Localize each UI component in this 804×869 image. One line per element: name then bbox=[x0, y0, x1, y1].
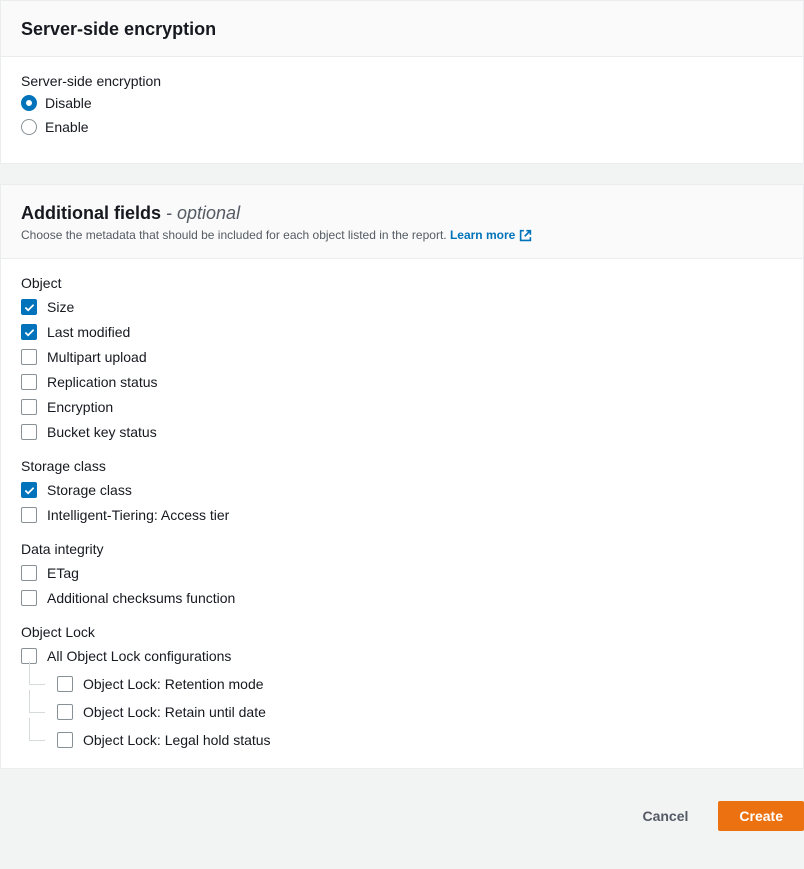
tree-item-legal-hold: Object Lock: Legal hold status bbox=[29, 732, 783, 748]
checkbox-label-retain-until: Object Lock: Retain until date bbox=[83, 704, 266, 720]
checkbox-input-replication-status[interactable] bbox=[21, 374, 37, 390]
external-link-icon bbox=[519, 229, 532, 242]
additional-subtitle: Choose the metadata that should be inclu… bbox=[21, 228, 783, 242]
checkbox-label-all-object-lock: All Object Lock configurations bbox=[47, 648, 231, 664]
data-integrity-section-label: Data integrity bbox=[21, 541, 783, 557]
encryption-radio-group: Disable Enable bbox=[21, 95, 783, 135]
radio-disable[interactable]: Disable bbox=[21, 95, 783, 111]
encryption-header: Server-side encryption bbox=[1, 1, 803, 57]
radio-label-enable: Enable bbox=[45, 119, 89, 135]
checkbox-input-storage-class[interactable] bbox=[21, 482, 37, 498]
checkbox-input-size[interactable] bbox=[21, 299, 37, 315]
checkbox-input-last-modified[interactable] bbox=[21, 324, 37, 340]
encryption-body: Server-side encryption Disable Enable bbox=[1, 57, 803, 163]
tree-item-retention-mode: Object Lock: Retention mode bbox=[29, 676, 783, 692]
checkbox-input-retention-mode[interactable] bbox=[57, 676, 73, 692]
checkbox-input-bucket-key-status[interactable] bbox=[21, 424, 37, 440]
checkbox-encryption[interactable]: Encryption bbox=[21, 399, 783, 415]
checkbox-label-intelligent-tiering: Intelligent-Tiering: Access tier bbox=[47, 507, 229, 523]
checkbox-etag[interactable]: ETag bbox=[21, 565, 783, 581]
checkbox-replication-status[interactable]: Replication status bbox=[21, 374, 783, 390]
checkbox-label-storage-class: Storage class bbox=[47, 482, 132, 498]
additional-subtitle-text: Choose the metadata that should be inclu… bbox=[21, 228, 450, 242]
storage-class-section-label: Storage class bbox=[21, 458, 783, 474]
checkbox-input-retain-until[interactable] bbox=[57, 704, 73, 720]
checkbox-input-intelligent-tiering[interactable] bbox=[21, 507, 37, 523]
checkbox-retain-until[interactable]: Object Lock: Retain until date bbox=[57, 704, 783, 720]
checkbox-legal-hold[interactable]: Object Lock: Legal hold status bbox=[57, 732, 783, 748]
checkbox-label-size: Size bbox=[47, 299, 74, 315]
cancel-button[interactable]: Cancel bbox=[622, 801, 708, 831]
create-button[interactable]: Create bbox=[718, 801, 804, 831]
radio-input-enable[interactable] bbox=[21, 119, 37, 135]
checkbox-label-additional-checksums: Additional checksums function bbox=[47, 590, 235, 606]
checkbox-label-bucket-key-status: Bucket key status bbox=[47, 424, 157, 440]
checkbox-label-replication-status: Replication status bbox=[47, 374, 158, 390]
checkbox-intelligent-tiering[interactable]: Intelligent-Tiering: Access tier bbox=[21, 507, 783, 523]
encryption-panel: Server-side encryption Server-side encry… bbox=[0, 0, 804, 164]
object-lock-section-label: Object Lock bbox=[21, 624, 783, 640]
checkbox-retention-mode[interactable]: Object Lock: Retention mode bbox=[57, 676, 783, 692]
learn-more-text: Learn more bbox=[450, 228, 515, 242]
checkbox-label-retention-mode: Object Lock: Retention mode bbox=[83, 676, 264, 692]
checkbox-input-encryption[interactable] bbox=[21, 399, 37, 415]
object-lock-tree: Object Lock: Retention mode Object Lock:… bbox=[29, 676, 783, 748]
checkbox-storage-class[interactable]: Storage class bbox=[21, 482, 783, 498]
checkbox-size[interactable]: Size bbox=[21, 299, 783, 315]
checkbox-all-object-lock[interactable]: All Object Lock configurations bbox=[21, 648, 783, 664]
radio-label-disable: Disable bbox=[45, 95, 92, 111]
checkbox-input-etag[interactable] bbox=[21, 565, 37, 581]
object-section-label: Object bbox=[21, 275, 783, 291]
checkbox-label-last-modified: Last modified bbox=[47, 324, 130, 340]
additional-header: Additional fields - optional Choose the … bbox=[1, 185, 803, 259]
additional-title: Additional fields - optional bbox=[21, 203, 783, 224]
checkbox-label-multipart-upload: Multipart upload bbox=[47, 349, 147, 365]
radio-input-disable[interactable] bbox=[21, 95, 37, 111]
checkbox-multipart-upload[interactable]: Multipart upload bbox=[21, 349, 783, 365]
encryption-title: Server-side encryption bbox=[21, 19, 783, 40]
tree-item-retain-until: Object Lock: Retain until date bbox=[29, 704, 783, 720]
additional-title-text: Additional fields bbox=[21, 203, 161, 223]
checkbox-label-encryption: Encryption bbox=[47, 399, 113, 415]
additional-fields-panel: Additional fields - optional Choose the … bbox=[0, 184, 804, 769]
additional-optional-text: - optional bbox=[161, 203, 240, 223]
checkbox-label-etag: ETag bbox=[47, 565, 79, 581]
encryption-field-label: Server-side encryption bbox=[21, 73, 783, 89]
footer: Cancel Create bbox=[0, 789, 804, 831]
checkbox-input-additional-checksums[interactable] bbox=[21, 590, 37, 606]
checkbox-last-modified[interactable]: Last modified bbox=[21, 324, 783, 340]
checkbox-additional-checksums[interactable]: Additional checksums function bbox=[21, 590, 783, 606]
radio-enable[interactable]: Enable bbox=[21, 119, 783, 135]
checkbox-input-multipart-upload[interactable] bbox=[21, 349, 37, 365]
learn-more-link[interactable]: Learn more bbox=[450, 228, 532, 242]
checkbox-bucket-key-status[interactable]: Bucket key status bbox=[21, 424, 783, 440]
checkbox-label-legal-hold: Object Lock: Legal hold status bbox=[83, 732, 271, 748]
checkbox-input-legal-hold[interactable] bbox=[57, 732, 73, 748]
additional-body: Object Size Last modified Multipart uplo… bbox=[1, 259, 803, 768]
